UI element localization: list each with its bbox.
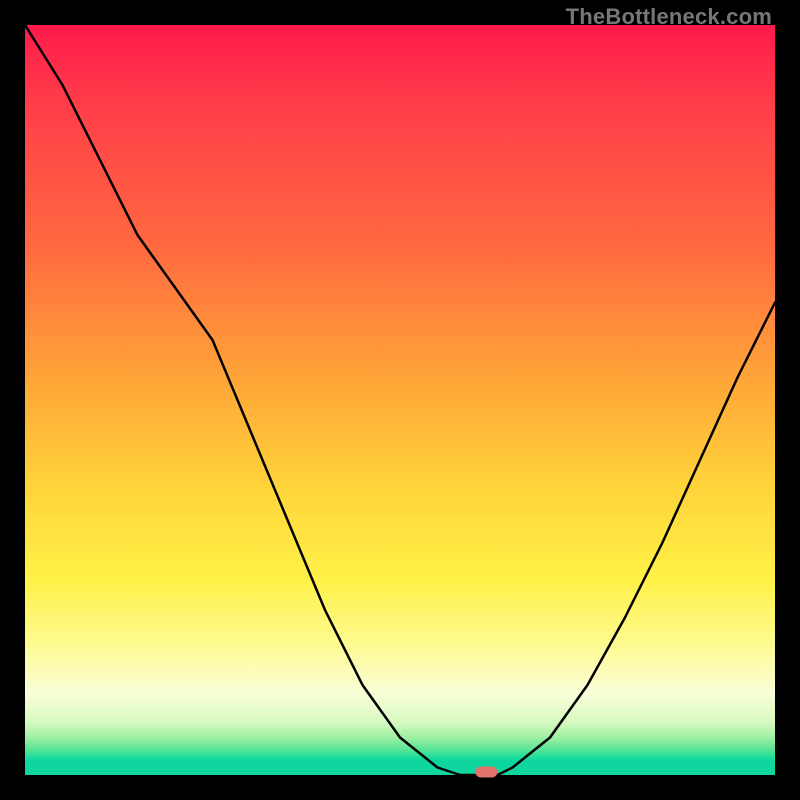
bottleneck-curve: [25, 25, 775, 775]
curve-path: [25, 25, 775, 775]
chart-frame: TheBottleneck.com: [0, 0, 800, 800]
optimum-marker: [475, 767, 497, 778]
plot-area: [25, 25, 775, 775]
watermark-text: TheBottleneck.com: [566, 4, 772, 30]
